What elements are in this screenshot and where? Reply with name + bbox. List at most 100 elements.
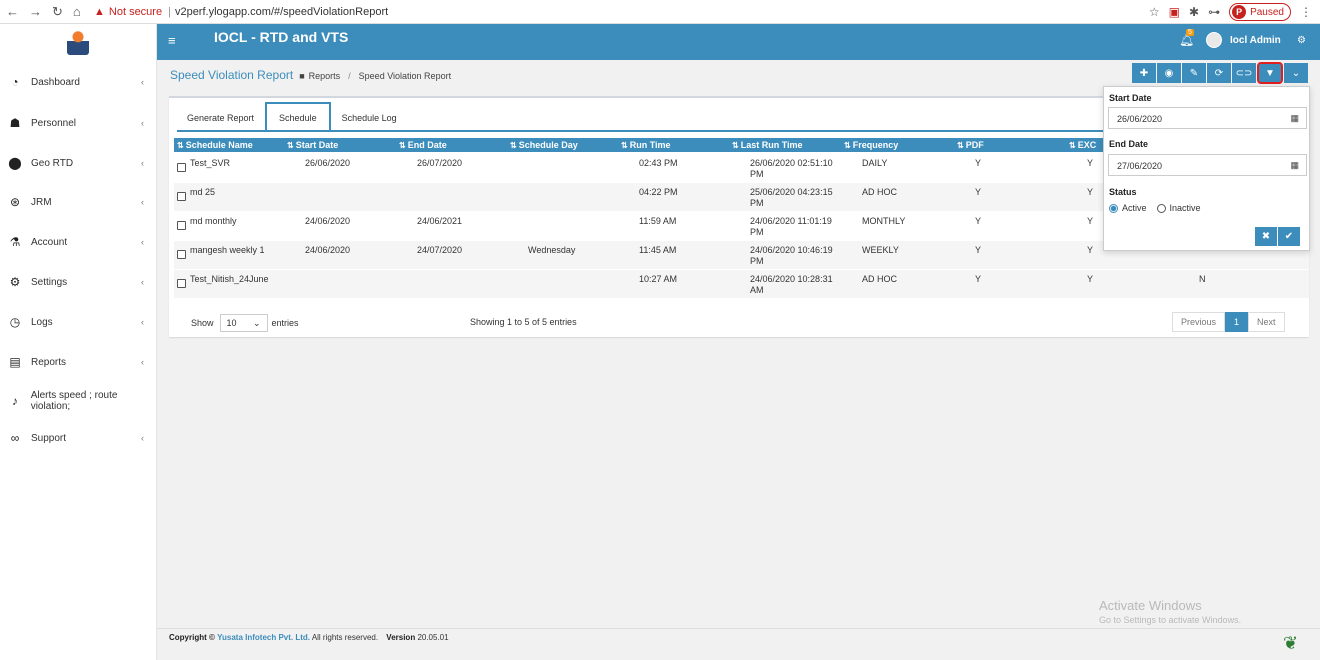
end-date-label: End Date [1109,139,1149,149]
sidebar-item-label: Logs [31,316,53,328]
start-date-input[interactable]: 26/06/2020 ▦ [1108,107,1307,129]
sidebar-item-dashboard[interactable]: ◔ Dashboard ‹ [0,72,157,92]
cell-schedule-name: Test_Nitish_24June [190,274,269,284]
menu-icon[interactable]: ⋮ [1300,5,1312,19]
cell-run-time: 11:45 AM [639,245,677,255]
cell-pdf: Y [975,187,982,197]
page-title: Speed Violation Report [170,68,294,82]
radio-active-label: Active [1122,203,1147,213]
edit-button[interactable]: ✎ [1182,63,1206,83]
sidebar-item-personnel[interactable]: ☗ Personnel ‹ [0,113,157,133]
row-checkbox[interactable] [177,221,186,230]
cell-pdf: Y [975,158,982,168]
row-checkbox[interactable] [177,192,186,201]
add-button[interactable]: ✚ [1132,63,1156,83]
col-exc[interactable]: ⇅ EXC [1066,138,1096,152]
col-run-time[interactable]: ⇅ Run Time [618,138,671,152]
sort-icon: ⇅ [732,141,739,150]
user-name[interactable]: Iocl Admin [1230,35,1281,46]
sidebar-item-geo[interactable]: ⬤ Geo RTD ‹ [0,153,157,173]
sidebar-item-jrm[interactable]: ⊛ JRM ‹ [0,192,157,212]
col-end-date[interactable]: ⇅ End Date [396,138,447,152]
apply-filter-button[interactable]: ✔ [1278,227,1300,246]
sidebar-item-settings[interactable]: ⚙ Settings ‹ [0,272,157,292]
col-frequency[interactable]: ⇅ Frequency [841,138,898,152]
cell-extra: N [1199,274,1206,284]
profile-avatar: P [1232,5,1247,19]
hamburger-icon[interactable]: ≡ [168,33,176,48]
more-dropdown-button[interactable]: ⌄ [1284,63,1308,83]
address-bar[interactable]: v2perf.ylogapp.com/#/speedViolationRepor… [175,6,388,18]
last-run-date: 26/06/2020 02:51:10 [750,158,833,168]
cell-last-run-time: 26/06/2020 02:51:10 PM [750,158,833,180]
key-icon[interactable]: ⊶ [1208,5,1220,19]
calendar-icon[interactable]: ▦ [1290,160,1299,171]
reload-icon[interactable]: ↻ [52,4,63,20]
last-run-date: 25/06/2020 04:23:15 [750,187,833,197]
cell-last-run-time: 24/06/2020 11:01:19 PM [750,216,832,238]
breadcrumb-reports[interactable]: Reports [309,71,341,81]
sidebar-item-logs[interactable]: ◷ Logs ‹ [0,312,157,332]
logo-emblem [67,29,89,55]
filter-button[interactable]: ▼ [1257,62,1283,84]
browser-nav: ← → ↻ ⌂ [0,4,94,20]
sidebar-item-label: Settings [31,276,68,288]
page-1-button[interactable]: 1 [1225,312,1249,332]
status-radios: Active Inactive [1109,203,1201,213]
calendar-icon[interactable]: ▦ [1290,113,1299,124]
page-size-select[interactable]: 10 ⌄ [219,314,268,332]
tab-schedule[interactable]: Schedule [265,102,331,130]
leaf-logo-icon: ❦ [1283,633,1299,653]
refresh-button[interactable]: ⟳ [1207,63,1231,83]
star-icon[interactable]: ☆ [1149,5,1160,19]
col-pdf[interactable]: ⇅ PDF [954,138,984,152]
version-number: 20.05.01 [417,633,449,642]
sidebar-item-account[interactable]: ⚗ Account ‹ [0,232,157,252]
home-icon[interactable]: ⌂ [73,4,81,20]
gears-icon[interactable]: ⚙ [1297,35,1306,46]
col-last-run-time[interactable]: ⇅ Last Run Time [729,138,803,152]
profile-button[interactable]: P Paused [1229,3,1291,21]
row-checkbox[interactable] [177,163,186,172]
back-icon[interactable]: ← [6,4,19,20]
table-info: Showing 1 to 5 of 5 entries [470,317,577,327]
row-checkbox[interactable] [177,250,186,259]
app-logo[interactable] [0,24,156,60]
chevron-left-icon: ‹ [141,277,144,287]
support-icon: ∞ [10,431,20,445]
view-button[interactable]: ◉ [1157,63,1181,83]
cell-exc: Y [1087,187,1094,197]
company-link[interactable]: Yusata Infotech Pvt. Ltd. [217,633,310,642]
tab-schedule-log[interactable]: Schedule Log [332,106,407,130]
last-run-meridiem: PM [750,198,764,208]
extension-icon[interactable]: ▣ [1169,5,1180,19]
user-avatar[interactable] [1206,32,1222,48]
notification-badge: 5 [1186,29,1194,36]
col-start-date[interactable]: ⇅ Start Date [284,138,338,152]
cell-last-run-time: 24/06/2020 10:28:31 AM [750,274,833,296]
sort-icon: ⇅ [510,141,517,150]
tab-generate-report[interactable]: Generate Report [177,106,264,130]
puzzle-icon[interactable]: ✱ [1189,5,1199,19]
filter-panel: Start Date 26/06/2020 ▦ End Date 27/06/20… [1103,86,1310,251]
col-schedule-name[interactable]: ⇅ Schedule Name [174,138,253,152]
end-date-input[interactable]: 27/06/2020 ▦ [1108,154,1307,176]
previous-button[interactable]: Previous [1172,312,1226,332]
radio-inactive[interactable] [1156,203,1166,213]
cell-end-date: 24/07/2020 [417,245,463,255]
next-button[interactable]: Next [1248,312,1285,332]
row-checkbox[interactable] [177,279,186,288]
table-row[interactable]: Test_Nitish_24June 10:27 AM 24/06/2020 10:… [174,270,1309,298]
forward-icon[interactable]: → [29,4,42,20]
clear-filter-button[interactable]: ✖ [1255,227,1277,246]
col-schedule-day[interactable]: ⇅ Schedule Day [507,138,578,152]
sidebar-item-support[interactable]: ∞ Support ‹ [0,428,157,448]
cell-pdf: Y [975,216,982,226]
sidebar-item-reports[interactable]: ▤ Reports ‹ [0,352,157,372]
life-ring-icon: ⊛ [9,195,21,209]
toggle-button[interactable]: ⊂⊃ [1232,63,1256,83]
security-label[interactable]: Not secure [109,6,162,18]
show-label: Show [191,318,214,328]
radio-active[interactable] [1109,203,1118,213]
sidebar-item-alerts[interactable]: ♪ Alerts speed ; route violation; [0,390,157,412]
